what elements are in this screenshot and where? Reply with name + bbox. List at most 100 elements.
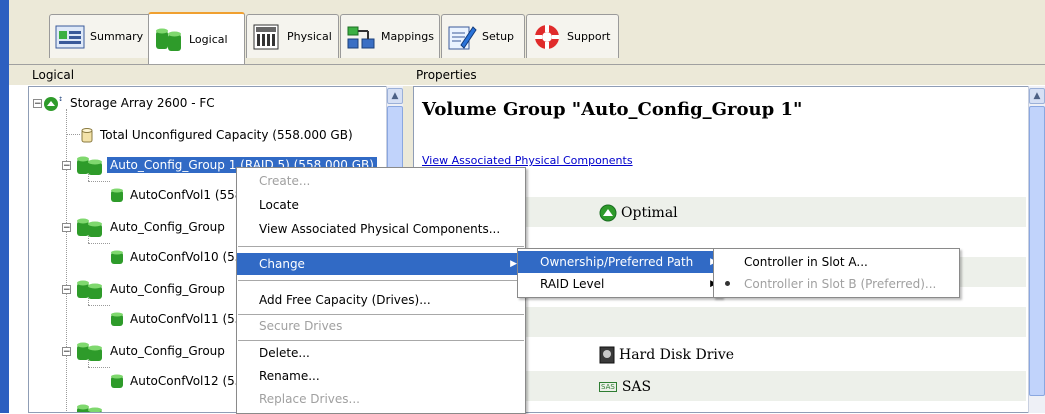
drive-media-value: Hard Disk Drive xyxy=(599,346,734,364)
mappings-icon xyxy=(346,23,376,51)
tree-connector xyxy=(88,243,110,244)
hard-disk-icon xyxy=(599,346,615,364)
tree-node-label: Storage Array 2600 - FC xyxy=(70,96,215,110)
logical-pane-title: Logical xyxy=(32,68,75,82)
tree-connector xyxy=(88,181,110,182)
volume-icon xyxy=(109,311,125,327)
volume-group-icon xyxy=(75,279,105,299)
tree-node-label: Total Unconfigured Capacity (558.000 GB) xyxy=(100,128,353,142)
storage-array-icon: ↕ xyxy=(43,95,65,111)
tree-connector xyxy=(88,305,110,306)
tree-connector xyxy=(66,134,80,135)
tree-node-volume-group[interactable]: Auto_Config_Group xyxy=(75,217,228,237)
volume-group-icon xyxy=(75,217,105,237)
ownership-submenu: Controller in Slot A... Controller in Sl… xyxy=(713,248,960,298)
tab-summary-label: Summary xyxy=(90,30,144,43)
tab-summary[interactable]: Summary xyxy=(49,14,156,58)
volume-group-icon xyxy=(75,403,105,412)
menu-item-rename[interactable]: Rename... xyxy=(237,365,525,387)
properties-scrollbar[interactable]: ▲ xyxy=(1028,86,1045,413)
status-value: Optimal xyxy=(599,204,678,222)
menu-item-ownership-preferred-path[interactable]: Ownership/Preferred Path▶ xyxy=(518,251,721,273)
tab-support-label: Support xyxy=(567,30,611,43)
menu-separator xyxy=(238,280,524,281)
pane-header-strip: Logical Properties xyxy=(9,65,1045,85)
tree-node-volume[interactable]: AutoConfVol1 (558 xyxy=(109,185,245,205)
tree-node-label: Auto_Config_Group xyxy=(110,220,225,234)
menu-item-replace-drives[interactable]: Replace Drives... xyxy=(237,388,525,410)
properties-pane-title: Properties xyxy=(416,68,477,82)
tree-node-volume[interactable]: AutoConfVol11 (55 xyxy=(109,309,245,329)
tree-node-label: AutoConfVol10 (55 xyxy=(130,250,243,264)
properties-heading: Volume Group "Auto_Config_Group 1" xyxy=(422,99,803,120)
collapse-toggle[interactable]: − xyxy=(62,347,71,357)
support-icon xyxy=(532,23,562,51)
interface-text: SAS xyxy=(621,379,652,395)
tab-logical-label: Logical xyxy=(189,32,228,46)
tree-node-storage-array[interactable]: ↕ Storage Array 2600 - FC xyxy=(43,93,218,113)
menu-separator xyxy=(238,340,524,341)
volume-group-icon xyxy=(75,341,105,361)
tree-node-label: AutoConfVol11 (55 xyxy=(130,312,243,326)
tab-logical[interactable]: Logical xyxy=(148,12,245,64)
tab-setup[interactable]: Setup xyxy=(441,14,525,58)
menu-item-locate[interactable]: Locate xyxy=(237,194,525,216)
sas-icon: SAS xyxy=(599,382,617,392)
tree-node-label: AutoConfVol12 (55 xyxy=(130,374,243,388)
setup-icon xyxy=(447,23,477,51)
optimal-status-icon xyxy=(599,204,617,222)
tree-connector xyxy=(88,367,110,368)
context-menu: Create... Locate View Associated Physica… xyxy=(236,167,526,414)
volume-icon xyxy=(109,249,125,265)
summary-icon xyxy=(55,23,85,51)
menu-item-change[interactable]: Change ▶ xyxy=(237,253,525,275)
svg-text:↕: ↕ xyxy=(58,96,63,103)
collapse-toggle[interactable]: − xyxy=(62,161,71,171)
volume-icon xyxy=(109,187,125,203)
physical-icon xyxy=(252,23,282,51)
menu-item-view-physical[interactable]: View Associated Physical Components... xyxy=(237,218,525,240)
tab-mappings[interactable]: Mappings xyxy=(340,14,440,58)
tree-node-unconfigured-capacity[interactable]: Total Unconfigured Capacity (558.000 GB) xyxy=(79,125,356,145)
tree-node-volume-group[interactable] xyxy=(75,403,107,412)
interface-value: SAS SAS xyxy=(599,379,651,395)
properties-scroll-thumb[interactable] xyxy=(1029,106,1045,396)
menu-item-controller-slot-b[interactable]: Controller in Slot B (Preferred)... xyxy=(714,273,959,295)
menu-item-secure-drives[interactable]: Secure Drives xyxy=(237,315,525,337)
tab-mappings-label: Mappings xyxy=(381,30,434,43)
scroll-up-button[interactable]: ▲ xyxy=(1029,88,1045,104)
left-window-edge xyxy=(0,0,9,413)
tree-node-volume[interactable]: AutoConfVol12 (55 xyxy=(109,371,245,391)
scroll-up-button[interactable]: ▲ xyxy=(387,88,403,104)
menu-item-delete[interactable]: Delete... xyxy=(237,342,525,364)
tree-node-volume[interactable]: AutoConfVol10 (55 xyxy=(109,247,245,267)
tab-physical-label: Physical xyxy=(287,30,332,43)
collapse-toggle[interactable]: − xyxy=(62,223,71,233)
unconfigured-capacity-icon xyxy=(79,127,95,143)
tab-bar: Summary Logical Physical Mappings Setup … xyxy=(9,0,1045,65)
tree-node-volume-group[interactable]: Auto_Config_Group xyxy=(75,341,228,361)
menu-item-controller-slot-a[interactable]: Controller in Slot A... xyxy=(714,251,959,273)
status-text: Optimal xyxy=(621,205,678,221)
menu-item-create[interactable]: Create... xyxy=(237,170,525,192)
tab-support[interactable]: Support xyxy=(526,14,619,58)
tree-node-volume-group[interactable]: Auto_Config_Group xyxy=(75,279,228,299)
radio-checked-icon xyxy=(725,281,730,286)
volume-icon xyxy=(109,373,125,389)
tree-connector xyxy=(66,109,67,412)
tab-physical[interactable]: Physical xyxy=(246,14,339,58)
collapse-toggle[interactable]: − xyxy=(33,99,42,109)
menu-separator xyxy=(238,246,524,247)
menu-item-add-free-capacity[interactable]: Add Free Capacity (Drives)... xyxy=(237,289,525,311)
submenu-arrow-icon: ▶ xyxy=(510,259,517,269)
tab-setup-label: Setup xyxy=(482,30,515,43)
collapse-toggle[interactable]: − xyxy=(62,285,71,295)
menu-item-raid-level[interactable]: RAID Level▶ xyxy=(518,273,721,295)
logical-icon xyxy=(154,25,184,53)
tree-node-label: Auto_Config_Group xyxy=(110,344,225,358)
volume-group-icon xyxy=(75,155,105,175)
change-submenu: Ownership/Preferred Path▶ RAID Level▶ xyxy=(517,248,722,298)
view-physical-components-link[interactable]: View Associated Physical Components xyxy=(422,154,633,167)
drive-media-text: Hard Disk Drive xyxy=(619,347,735,363)
tree-node-label: AutoConfVol1 (558 xyxy=(130,188,243,202)
